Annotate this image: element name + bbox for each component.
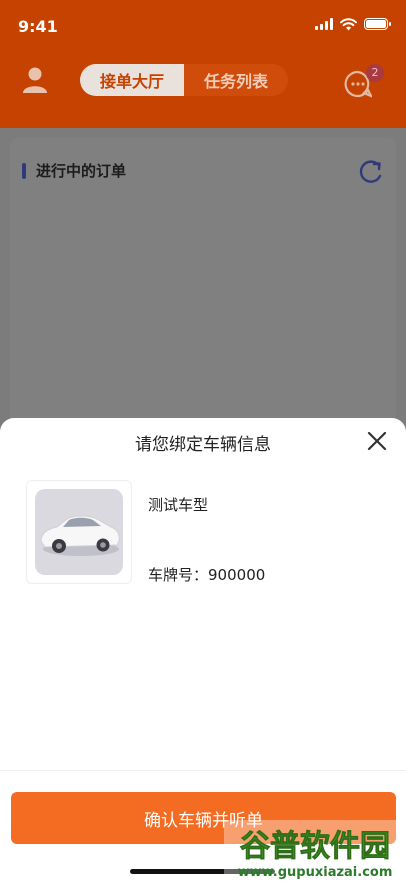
battery-icon (364, 18, 391, 30)
status-time: 9:41 (18, 17, 58, 36)
cellular-signal-icon (315, 18, 333, 30)
svg-text:谷普软件园: 谷普软件园 (240, 829, 390, 864)
status-bar: 9:41 (0, 0, 406, 56)
watermark-logo: 谷普软件园 www.gupuxiazai.com (224, 820, 406, 883)
user-avatar-icon[interactable] (22, 66, 48, 94)
sheet-divider (0, 770, 406, 771)
sheet-title: 请您绑定车辆信息 (135, 435, 271, 455)
plate-label: 车牌号： (148, 566, 209, 584)
tab-order-hall[interactable]: 接单大厅 (80, 64, 184, 96)
status-icons (315, 17, 391, 31)
vehicle-model: 测试车型 (148, 496, 209, 514)
svg-text:www.gupuxiazai.com: www.gupuxiazai.com (238, 865, 393, 880)
close-icon[interactable] (366, 430, 388, 452)
car-image (40, 515, 120, 556)
wifi-icon (340, 17, 357, 30)
messages-button[interactable]: 2 (344, 64, 384, 100)
header-tabs: 接单大厅 任务列表 (80, 64, 288, 96)
refresh-icon[interactable] (358, 158, 384, 184)
message-count-badge: 2 (366, 64, 384, 82)
plate-number-row: 车牌号：900000 (148, 564, 265, 585)
bind-vehicle-sheet: 请您绑定车辆信息 测试车型 车牌号：900000 确认车辆并听单 (0, 418, 406, 883)
section-accent-bar (22, 163, 26, 179)
vehicle-image (26, 480, 132, 584)
tab-task-list[interactable]: 任务列表 (184, 64, 288, 96)
app-header: 接单大厅 任务列表 2 (0, 56, 406, 128)
plate-number: 900000 (208, 566, 266, 584)
section-title: 进行中的订单 (36, 162, 127, 180)
